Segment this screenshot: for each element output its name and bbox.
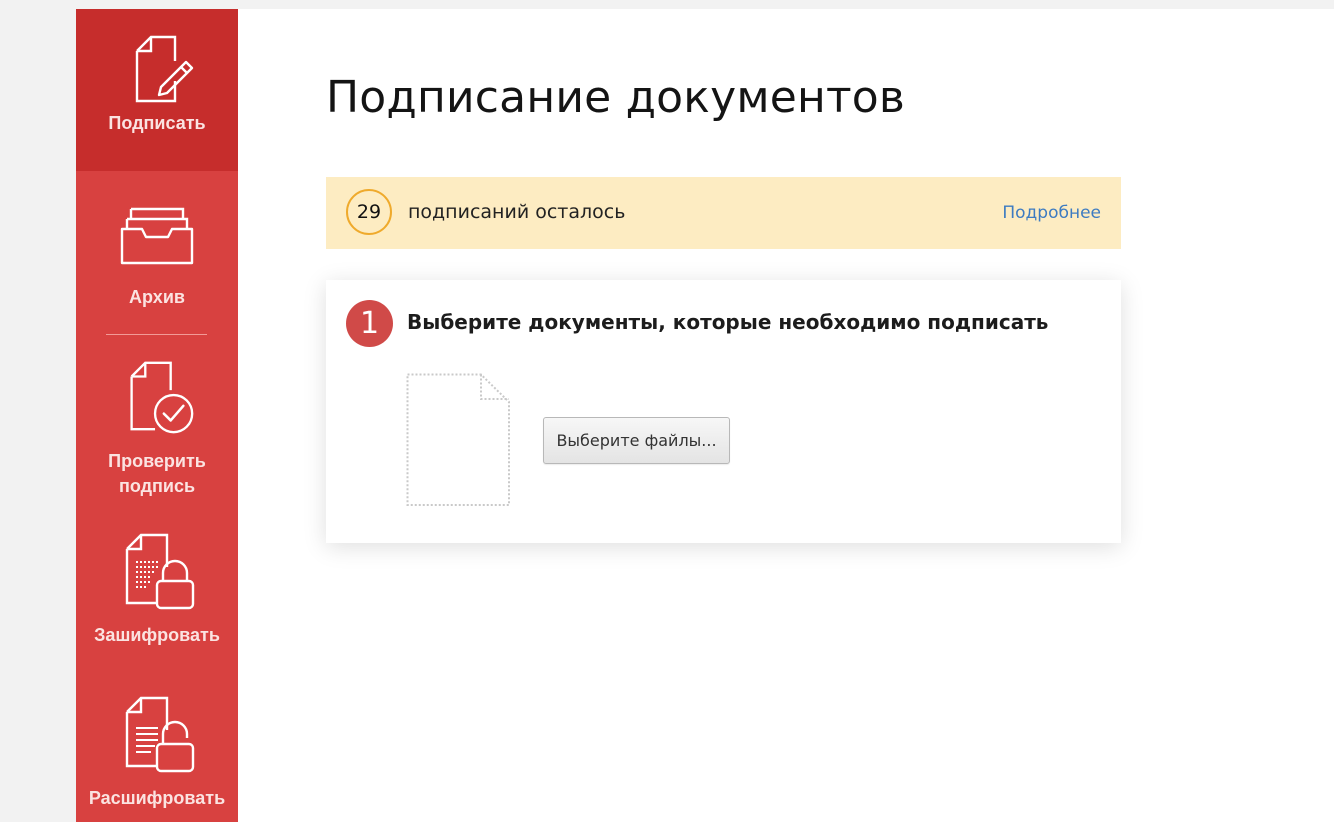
sidebar-item-decrypt[interactable]: Расшифровать xyxy=(76,684,238,822)
sidebar-item-label-line2: подпись xyxy=(118,476,196,496)
step-card-select-documents: 1 Выберите документы, которые необходимо… xyxy=(326,280,1121,543)
sidebar-item-archive[interactable]: Архив xyxy=(76,171,238,321)
sidebar-item-label: Расшифровать xyxy=(88,788,226,808)
sidebar-item-label: Зашифровать xyxy=(94,625,220,645)
step-number-badge: 1 xyxy=(346,300,393,347)
step-title: Выберите документы, которые необходимо п… xyxy=(407,310,1049,334)
more-details-link[interactable]: Подробнее xyxy=(1002,203,1101,223)
sidebar-item-sign[interactable]: Подписать xyxy=(76,9,238,171)
choose-files-button[interactable]: Выберите файлы... xyxy=(543,417,730,464)
decrypt-unlock-icon xyxy=(125,696,195,773)
sidebar-item-label: Архив xyxy=(129,287,185,307)
quota-text: подписаний осталось xyxy=(408,201,626,223)
sidebar-divider xyxy=(106,334,207,335)
empty-document-icon xyxy=(406,373,510,506)
sidebar-item-encrypt[interactable]: Зашифровать xyxy=(76,519,238,669)
left-gutter xyxy=(0,0,76,822)
encrypt-lock-icon xyxy=(125,533,195,610)
page-title: Подписание документов xyxy=(326,72,906,123)
verify-signature-icon xyxy=(130,361,194,434)
sidebar-nav: Подписать Архив Проверить подпись Зашифр… xyxy=(76,9,238,822)
sidebar-item-label: Подписать xyxy=(108,113,206,133)
archive-tray-icon xyxy=(120,207,194,265)
quota-count-badge: 29 xyxy=(346,189,392,235)
sign-document-icon xyxy=(135,35,194,103)
signatures-quota-banner: 29 подписаний осталось Подробнее xyxy=(326,177,1121,249)
top-strip xyxy=(0,0,1334,9)
sidebar-item-label-line1: Проверить xyxy=(108,451,206,471)
app-viewport: Подписать Архив Проверить подпись Зашифр… xyxy=(0,0,1334,822)
sidebar-item-verify[interactable]: Проверить подпись xyxy=(76,349,238,499)
